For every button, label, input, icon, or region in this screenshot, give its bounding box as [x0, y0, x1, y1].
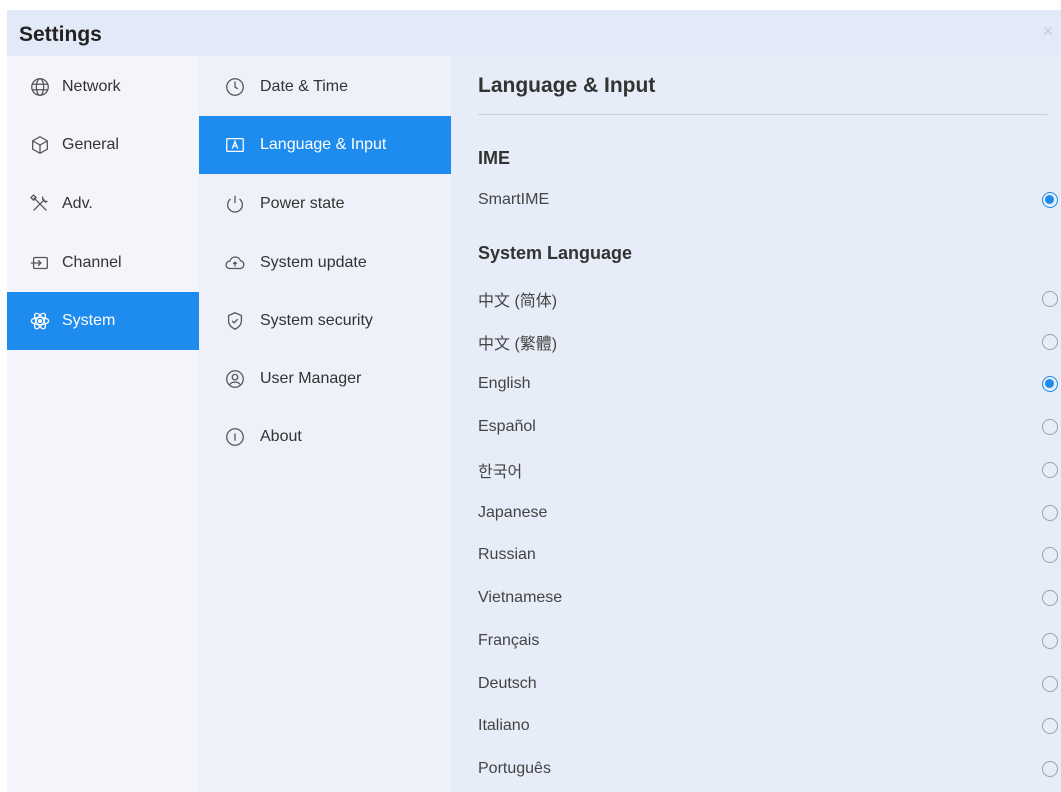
info-icon [223, 425, 247, 449]
subsection-system-update[interactable]: System update [199, 234, 451, 292]
language-label: Vietnamese [478, 589, 563, 606]
category-channel[interactable]: Channel [7, 234, 199, 292]
language-row[interactable]: 한국어 [478, 449, 1058, 491]
subsection-label: Date & Time [260, 78, 349, 95]
language-label: Français [478, 632, 540, 649]
radio-button[interactable] [1042, 334, 1058, 350]
language-row[interactable]: Russian [478, 534, 1058, 576]
radio-button[interactable] [1042, 633, 1058, 649]
category-label: Channel [62, 254, 122, 271]
category-label: Adv. [62, 195, 93, 212]
cloud-upload-icon [223, 251, 247, 275]
radio-button[interactable] [1042, 462, 1058, 478]
radio-button[interactable] [1042, 547, 1058, 563]
language-label: English [478, 375, 531, 392]
subsection-label: Language & Input [260, 136, 387, 153]
subsection-power-state[interactable]: Power state [199, 175, 451, 233]
language-row[interactable]: Deutsch [478, 663, 1058, 705]
subsection-label: System update [260, 254, 367, 271]
radio-button[interactable] [1042, 590, 1058, 606]
subsection-label: Power state [260, 195, 345, 212]
language-row[interactable]: 中文 (简体) [478, 278, 1058, 320]
radio-button[interactable] [1042, 192, 1058, 208]
category-system[interactable]: System [7, 292, 199, 350]
language-row[interactable]: English [478, 363, 1058, 405]
ime-section-title: IME [478, 148, 511, 168]
user-icon [223, 367, 247, 391]
radio-button[interactable] [1042, 676, 1058, 692]
content-panel: Language & Input IME SmartIME System Lan… [451, 56, 1061, 792]
language-label: 中文 (繁體) [478, 336, 558, 353]
subsection-label: User Manager [260, 370, 362, 387]
radio-button[interactable] [1042, 505, 1058, 521]
power-icon [223, 192, 247, 216]
subsection-system-security[interactable]: System security [199, 292, 451, 350]
language-label: 中文 (简体) [478, 293, 558, 310]
category-general[interactable]: General [7, 116, 199, 174]
language-section-title: System Language [478, 243, 633, 263]
atom-icon [27, 308, 53, 334]
language-label: Português [478, 760, 551, 777]
language-row[interactable]: Japanese [478, 492, 1058, 534]
category-adv[interactable]: Adv. [7, 175, 199, 233]
ime-option-label: SmartIME [478, 191, 550, 208]
ime-option-row[interactable]: SmartIME [478, 179, 1058, 221]
clock-icon [223, 75, 247, 99]
language-label: Italiano [478, 717, 530, 734]
radio-button[interactable] [1042, 291, 1058, 307]
language-row[interactable]: Vietnamese [478, 577, 1058, 619]
language-row[interactable]: Português [478, 748, 1058, 790]
title-bar: Settings × [7, 10, 1061, 56]
language-label: Russian [478, 546, 536, 563]
keyboard-a-icon [223, 133, 247, 157]
subsection-label: System security [260, 312, 373, 329]
globe-icon [27, 74, 53, 100]
subsection-about[interactable]: About [199, 408, 451, 466]
subsection-label: About [260, 428, 302, 445]
divider [478, 114, 1047, 115]
language-label: Deutsch [478, 675, 537, 692]
category-label: Network [62, 78, 121, 95]
language-label: Japanese [478, 504, 548, 521]
category-sidebar: Network General Adv. Channel System [7, 56, 199, 792]
language-row[interactable]: Italiano [478, 705, 1058, 747]
window-title: Settings [19, 23, 102, 46]
category-label: System [62, 312, 116, 329]
language-row[interactable]: 中文 (繁體) [478, 321, 1058, 363]
language-row[interactable]: Français [478, 620, 1058, 662]
subsection-user-manager[interactable]: User Manager [199, 350, 451, 408]
subsection-list: Date & Time Language & Input Power state… [199, 56, 451, 792]
category-label: General [62, 136, 119, 153]
subsection-date-time[interactable]: Date & Time [199, 58, 451, 116]
subsection-language-input[interactable]: Language & Input [199, 116, 451, 174]
panel-title: Language & Input [478, 74, 656, 97]
cube-icon [27, 132, 53, 158]
shield-check-icon [223, 309, 247, 333]
input-source-icon [27, 250, 53, 276]
language-label: 한국어 [478, 464, 523, 481]
radio-button[interactable] [1042, 376, 1058, 392]
language-label: Español [478, 418, 536, 435]
settings-window: Settings × Network General Adv. Channel … [7, 10, 1061, 792]
radio-button[interactable] [1042, 419, 1058, 435]
radio-button[interactable] [1042, 718, 1058, 734]
language-row[interactable]: Español [478, 406, 1058, 448]
radio-button[interactable] [1042, 761, 1058, 777]
tools-icon [27, 191, 53, 217]
category-network[interactable]: Network [7, 58, 199, 116]
close-button[interactable]: × [1039, 22, 1057, 40]
